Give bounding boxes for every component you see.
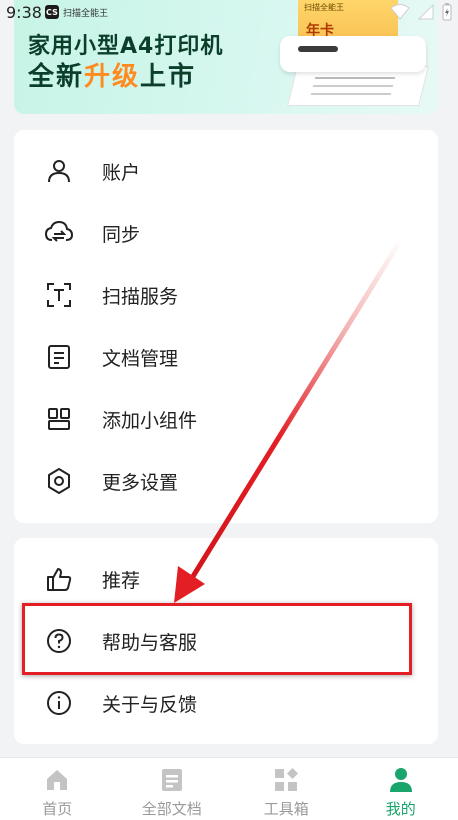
toolbox-icon [272,766,300,794]
menu-item-label: 账户 [102,161,141,184]
menu-item-more-settings[interactable]: 更多设置 [14,450,438,512]
signal-icon [418,4,434,20]
thumbs-up-icon [44,564,74,594]
gear-icon [44,466,74,496]
menu-item-scan-service[interactable]: 扫描服务 [14,264,438,326]
menu-item-label: 扫描服务 [102,285,179,308]
nav-label: 工具箱 [263,800,309,818]
menu-item-label: 帮助与客服 [102,631,198,654]
banner-subtitle-prefix: 全新 [28,62,85,92]
info-circle-icon [44,688,74,718]
profile-icon [387,766,415,794]
scan-text-icon [44,280,74,310]
user-icon [44,156,74,186]
bottom-nav: 首页 全部文档 工具箱 我的 [0,757,458,820]
settings-menu-card: 账户 同步 扫描服务 文档管理 添加小组件 更多设置 [14,130,438,523]
menu-item-label: 关于与反馈 [102,693,198,716]
nav-home[interactable]: 首页 [0,758,115,820]
support-menu-card: 推荐 帮助与客服 关于与反馈 [14,538,438,744]
menu-item-add-widget[interactable]: 添加小组件 [14,388,438,450]
menu-item-label: 同步 [102,223,141,246]
wifi-icon [390,4,410,20]
menu-item-help-support[interactable]: 帮助与客服 [14,610,438,672]
widget-icon [44,404,74,434]
status-app-name: 扫描全能王 [62,8,108,19]
documents-icon [158,766,186,794]
menu-item-label: 更多设置 [102,471,179,494]
menu-item-about-feedback[interactable]: 关于与反馈 [14,672,438,734]
menu-item-document-management[interactable]: 文档管理 [14,326,438,388]
banner-subtitle-suffix: 上市 [140,62,197,92]
document-icon [44,342,74,372]
home-icon [43,766,71,794]
menu-item-label: 添加小组件 [102,409,198,432]
status-bar: 9:38 CS 扫描全能王 [0,0,458,24]
help-circle-icon [44,626,74,656]
banner-subtitle-highlight: 升级 [84,62,141,92]
nav-label: 全部文档 [141,800,202,818]
nav-toolbox[interactable]: 工具箱 [229,758,344,820]
menu-item-account[interactable]: 账户 [14,140,438,202]
cloud-sync-icon [44,218,74,248]
menu-item-label: 文档管理 [102,347,179,370]
banner-subtitle: 全新升级上市 [28,56,196,93]
menu-item-recommend[interactable]: 推荐 [14,548,438,610]
battery-icon [442,3,452,21]
nav-label: 首页 [42,800,73,818]
printer-paper-graphic [287,66,429,106]
nav-all-documents[interactable]: 全部文档 [115,758,230,820]
nav-profile[interactable]: 我的 [344,758,458,820]
menu-item-label: 推荐 [102,569,141,592]
status-time: 9:38 [6,2,42,22]
printer-graphic [280,36,426,72]
menu-item-sync[interactable]: 同步 [14,202,438,264]
app-icon: CS [44,5,59,19]
nav-label: 我的 [385,800,416,818]
